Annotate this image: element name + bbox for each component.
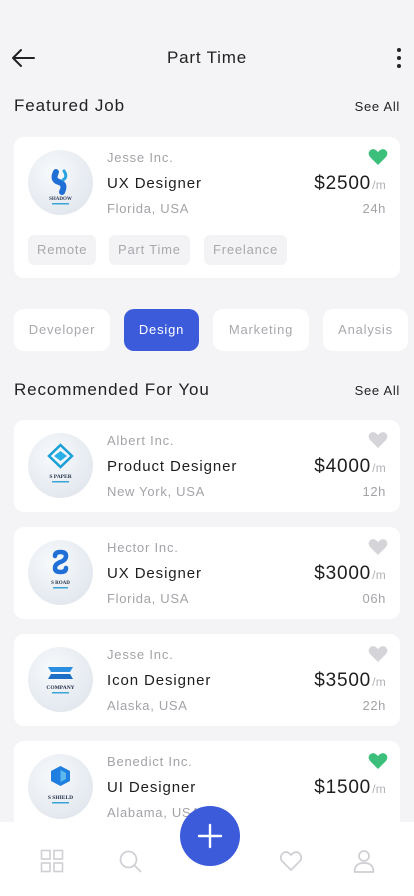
job-location: Florida, USA [107,591,190,606]
job-role: UX Designer [107,565,202,582]
category-analysis[interactable]: Analysis [323,309,408,351]
tag-remote[interactable]: Remote [28,235,97,265]
job-location: Florida, USA [107,201,190,216]
featured-see-all-link[interactable]: See All [355,99,400,114]
page-title: Part Time [167,48,247,67]
app-header: Part Time [0,38,414,78]
tag-freelance[interactable]: Freelance [204,235,288,265]
job-salary: $2500/m [314,173,386,195]
tag-part-time[interactable]: Part Time [109,235,190,265]
job-salary: $4000/m [314,456,386,478]
company-name: Jesse Inc. [107,647,174,662]
salary-unit: /m [372,782,386,796]
category-developer[interactable]: Developer [14,309,110,351]
company-name: Benedict Inc. [107,754,193,769]
job-role: UI Designer [107,779,197,796]
search-icon[interactable] [118,849,142,873]
favorite-heart-icon[interactable] [368,645,388,663]
salary-amount: $3000 [314,563,372,584]
user-icon[interactable] [352,849,376,873]
job-role: Product Designer [107,458,238,475]
salary-amount: $4000 [314,456,372,477]
plus-icon [197,823,223,849]
job-card[interactable]: S PAPER Albert Inc. Product Designer New… [14,420,400,512]
favorite-heart-icon[interactable] [368,148,388,166]
logo-text: S ROAD [51,581,70,586]
company-logo: SHADOW [28,150,93,215]
grid-icon[interactable] [40,849,64,873]
recommended-heading: Recommended For You [14,380,210,399]
favorite-heart-icon[interactable] [368,538,388,556]
recommended-section-header: Recommended For You See All [14,380,400,402]
company-name: Albert Inc. [107,433,175,448]
job-card[interactable]: COMPANY Jesse Inc. Icon Designer Alaska,… [14,634,400,726]
company-name: Hector Inc. [107,540,179,555]
company-name: Jesse Inc. [107,150,174,165]
logo-text: SHADOW [49,197,72,202]
job-salary: $1500/m [314,777,386,799]
featured-heading: Featured Job [14,96,125,115]
category-design[interactable]: Design [124,309,199,351]
job-time: 22h [362,698,386,713]
job-time: 12h [362,484,386,499]
featured-job-card[interactable]: SHADOW Jesse Inc. UX Designer Florida, U… [14,137,400,278]
job-card[interactable]: S ROAD Hector Inc. UX Designer Florida, … [14,527,400,619]
recommended-see-all-link[interactable]: See All [355,383,400,398]
salary-amount: $3500 [314,670,372,691]
job-role: Icon Designer [107,672,212,689]
featured-section-header: Featured Job See All [14,96,400,118]
favorite-heart-icon[interactable] [368,752,388,770]
logo-text: COMPANY [46,685,74,691]
job-time: 24h [362,201,386,216]
company-logo: S PAPER [28,433,93,498]
logo-text: S PAPER [49,474,72,480]
more-vertical-icon[interactable] [394,46,404,70]
salary-amount: $1500 [314,777,372,798]
salary-unit: /m [372,568,386,582]
job-salary: $3500/m [314,670,386,692]
job-salary: $3000/m [314,563,386,585]
job-location: New York, USA [107,484,205,499]
company-logo: COMPANY [28,647,93,712]
salary-unit: /m [372,461,386,475]
category-marketing[interactable]: Marketing [213,309,309,351]
salary-unit: /m [372,675,386,689]
add-job-button[interactable] [180,806,240,866]
job-location: Alaska, USA [107,698,188,713]
salary-amount: $2500 [314,173,372,194]
favorite-heart-icon[interactable] [368,431,388,449]
company-logo: S ROAD [28,540,93,605]
salary-unit: /m [372,178,386,192]
job-time: 06h [362,591,386,606]
job-role: UX Designer [107,175,202,192]
heart-icon[interactable] [279,849,303,873]
company-logo: S SHIELD [28,754,93,819]
logo-text: S SHIELD [48,795,73,801]
